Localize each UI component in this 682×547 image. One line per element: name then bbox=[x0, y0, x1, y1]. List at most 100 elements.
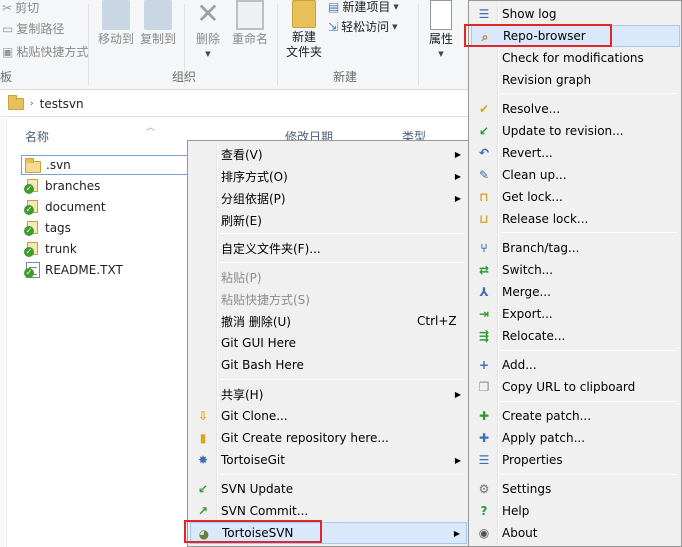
menu-separator bbox=[501, 232, 677, 233]
menu-label: 刷新(E) bbox=[221, 213, 262, 228]
menu-label: Git GUI Here bbox=[221, 336, 297, 350]
menu-item-tortoisegit[interactable]: ✸ TortoiseGit ▶ bbox=[190, 449, 467, 471]
new-item-label: 新建项目 bbox=[342, 0, 391, 14]
properties-icon bbox=[430, 0, 452, 30]
menu-label: Check for modifications bbox=[502, 51, 644, 65]
new-folder-label-2: 文件夹 bbox=[285, 45, 322, 59]
svn-item-properties[interactable]: ☰ Properties bbox=[471, 449, 680, 471]
svn-item-revision-graph[interactable]: Revision graph bbox=[471, 69, 680, 91]
move-to-label: 移动到 bbox=[97, 32, 134, 46]
delete-button[interactable]: ✕ 删除 ▼ bbox=[190, 0, 226, 62]
svn-item-branch-tag[interactable]: ⑂ Branch/tag... bbox=[471, 237, 680, 259]
menu-separator bbox=[220, 262, 464, 263]
merge-icon: ⅄ bbox=[479, 285, 489, 299]
menu-label: Create patch... bbox=[502, 409, 592, 423]
menu-label: Repo-browser bbox=[503, 29, 586, 43]
svn-item-show-log[interactable]: ☰ Show log bbox=[471, 3, 680, 25]
svn-item-about[interactable]: ◉ About bbox=[471, 522, 680, 544]
svn-item-repo-browser[interactable]: ⌕ Repo-browser bbox=[471, 25, 680, 47]
menu-label: 粘贴快捷方式(S) bbox=[221, 292, 310, 307]
menu-item-svn-update[interactable]: ↙ SVN Update bbox=[190, 478, 467, 500]
menu-label: Clean up... bbox=[502, 168, 567, 182]
file-item-tags[interactable]: ✓ tags bbox=[24, 218, 71, 238]
svn-item-help[interactable]: ? Help bbox=[471, 500, 680, 522]
menu-shortcut: Ctrl+Z bbox=[417, 314, 457, 328]
submenu-arrow-icon: ▶ bbox=[454, 149, 461, 159]
paste-shortcut-icon: ▣ bbox=[2, 44, 14, 59]
new-folder-button[interactable]: 新建 文件夹 bbox=[284, 0, 324, 60]
file-item-branches[interactable]: ✓ branches bbox=[24, 176, 100, 196]
cut-button[interactable]: ✂ 剪切 bbox=[2, 0, 39, 16]
paste-shortcut-button[interactable]: ▣ 粘贴快捷方式 bbox=[2, 43, 88, 60]
menu-separator bbox=[501, 474, 677, 475]
file-item-document[interactable]: ✓ document bbox=[24, 197, 106, 217]
svn-item-switch[interactable]: ⇄ Switch... bbox=[471, 259, 680, 281]
branch-tag-icon: ⑂ bbox=[480, 241, 488, 255]
column-name[interactable]: 名称 bbox=[25, 128, 49, 145]
svn-item-update-to-revision[interactable]: ↙ Update to revision... bbox=[471, 120, 680, 142]
properties-button[interactable]: 属性 ▼ bbox=[424, 0, 458, 62]
svn-item-check-modifications[interactable]: Check for modifications bbox=[471, 47, 680, 69]
easy-access-label: 轻松访问 bbox=[341, 20, 390, 34]
menu-item-share[interactable]: 共享(H) ▶ bbox=[190, 383, 467, 405]
copy-path-icon: ▭ bbox=[2, 21, 14, 36]
menu-item-undo-delete[interactable]: 撤消 删除(U) Ctrl+Z bbox=[190, 310, 467, 332]
svn-item-create-patch[interactable]: ✚ Create patch... bbox=[471, 405, 680, 427]
menu-label: Revision graph bbox=[502, 73, 592, 87]
svn-item-release-lock[interactable]: ⊔ Release lock... bbox=[471, 208, 680, 230]
menu-item-svn-commit[interactable]: ↗ SVN Commit... bbox=[190, 500, 467, 522]
scissors-icon: ✂ bbox=[2, 0, 13, 15]
submenu-arrow-icon: ▶ bbox=[454, 455, 461, 465]
file-item-trunk[interactable]: ✓ trunk bbox=[24, 239, 77, 259]
easy-access-button[interactable]: ⇲ 轻松访问 ▼ bbox=[328, 18, 397, 35]
menu-item-git-gui[interactable]: Git GUI Here bbox=[190, 332, 467, 354]
svn-item-resolve[interactable]: ✔ Resolve... bbox=[471, 98, 680, 120]
menu-label: 共享(H) bbox=[221, 387, 264, 402]
menu-separator bbox=[501, 350, 677, 351]
copy-path-button[interactable]: ▭ 复制路径 bbox=[2, 20, 64, 37]
menu-item-refresh[interactable]: 刷新(E) bbox=[190, 209, 467, 231]
svn-item-get-lock[interactable]: ⊓ Get lock... bbox=[471, 186, 680, 208]
new-folder-icon bbox=[292, 0, 316, 28]
delete-label: 删除 bbox=[195, 32, 220, 46]
new-item-button[interactable]: ▤ 新建项目 ▼ bbox=[328, 0, 399, 15]
svn-item-merge[interactable]: ⅄ Merge... bbox=[471, 281, 680, 303]
menu-label: Relocate... bbox=[502, 329, 566, 343]
svn-item-copy-url[interactable]: ❐ Copy URL to clipboard bbox=[471, 376, 680, 398]
menu-item-group-by[interactable]: 分组依据(P) ▶ bbox=[190, 187, 467, 209]
svn-item-apply-patch[interactable]: ✚ Apply patch... bbox=[471, 427, 680, 449]
svn-item-relocate[interactable]: ⇶ Relocate... bbox=[471, 325, 680, 347]
svn-item-export[interactable]: ⇥ Export... bbox=[471, 303, 680, 325]
tortoisegit-icon: ✸ bbox=[197, 453, 209, 467]
menu-label: Git Clone... bbox=[221, 409, 288, 423]
file-item-readme[interactable]: ✓ README.TXT bbox=[24, 260, 123, 280]
menu-item-customize-folder[interactable]: 自定义文件夹(F)... bbox=[190, 237, 467, 259]
svn-item-settings[interactable]: ⚙ Settings bbox=[471, 478, 680, 500]
menu-item-sort-by[interactable]: 排序方式(O) ▶ bbox=[190, 165, 467, 187]
copy-to-button[interactable]: 复制到 bbox=[139, 0, 177, 47]
rename-button[interactable]: 重命名 bbox=[230, 0, 270, 47]
rename-icon bbox=[236, 0, 264, 30]
relocate-icon: ⇶ bbox=[478, 329, 490, 343]
chevron-right-icon[interactable]: › bbox=[30, 99, 34, 109]
menu-item-view[interactable]: 查看(V) ▶ bbox=[190, 143, 467, 165]
file-item-svn[interactable]: .svn bbox=[21, 155, 189, 175]
menu-item-tortoisesvn[interactable]: ◕ TortoiseSVN ▶ bbox=[190, 522, 467, 544]
svn-item-revert[interactable]: ↶ Revert... bbox=[471, 142, 680, 164]
svn-item-add[interactable]: + Add... bbox=[471, 354, 680, 376]
submenu-arrow-icon: ▶ bbox=[454, 171, 461, 181]
menu-item-git-clone[interactable]: ⇩ Git Clone... bbox=[190, 405, 467, 427]
copy-path-label: 复制路径 bbox=[16, 22, 65, 36]
menu-label: Add... bbox=[502, 358, 537, 372]
menu-item-git-bash[interactable]: Git Bash Here bbox=[190, 354, 467, 376]
export-icon: ⇥ bbox=[478, 307, 490, 321]
clean-up-icon: ✎ bbox=[478, 168, 490, 182]
file-name: README.TXT bbox=[45, 263, 123, 277]
move-to-button[interactable]: 移动到 bbox=[97, 0, 135, 47]
about-icon: ◉ bbox=[478, 526, 490, 540]
breadcrumb-testsvn[interactable]: testsvn bbox=[40, 97, 84, 111]
menu-item-git-create-repo[interactable]: ▮ Git Create repository here... bbox=[190, 427, 467, 449]
svn-item-clean-up[interactable]: ✎ Clean up... bbox=[471, 164, 680, 186]
chevron-down-icon: ▼ bbox=[393, 2, 399, 11]
file-name: branches bbox=[45, 179, 101, 193]
